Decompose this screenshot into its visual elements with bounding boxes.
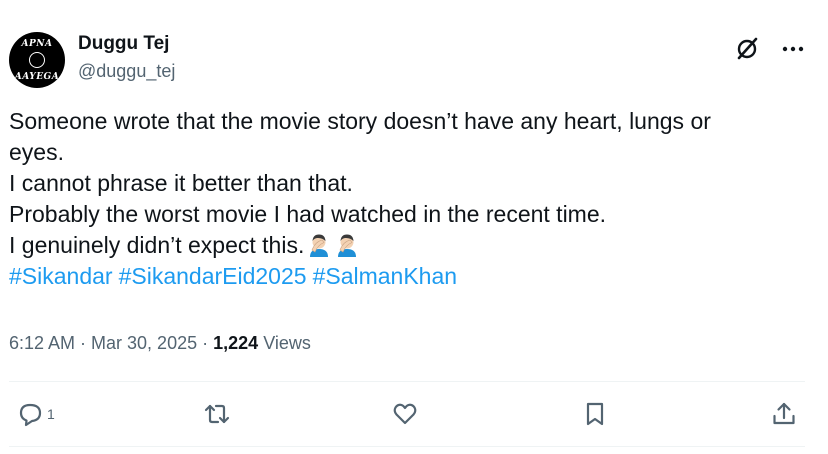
facepalm-emoji xyxy=(338,234,357,257)
avatar-text-bottom: AAYEGA xyxy=(14,72,60,82)
share-button[interactable] xyxy=(771,400,797,428)
bookmark-icon xyxy=(586,402,604,426)
bookmark-button[interactable] xyxy=(582,400,608,428)
reply-icon xyxy=(19,403,42,427)
hashtag-link[interactable]: #SalmanKhan xyxy=(313,263,458,289)
tweet-line: I genuinely didn’t expect this. xyxy=(9,232,305,258)
retweet-icon xyxy=(204,404,230,424)
timestamp[interactable]: 6:12 AM · Mar 30, 2025 · xyxy=(9,333,208,353)
reply-count: 1 xyxy=(47,406,55,422)
tweet-text: Someone wrote that the movie story doesn… xyxy=(9,106,809,292)
more-icon[interactable] xyxy=(780,38,806,60)
share-icon xyxy=(773,402,795,425)
tweet-line: I cannot phrase it better than that. xyxy=(9,170,353,196)
avatar-text-top: APNA xyxy=(21,39,53,49)
hashtag-link[interactable]: #Sikandar xyxy=(9,263,113,289)
grok-icon[interactable] xyxy=(734,36,760,62)
author-name[interactable]: Duggu Tej xyxy=(78,33,169,55)
like-button[interactable] xyxy=(392,400,418,428)
avatar[interactable]: APNA AAYEGA xyxy=(9,32,65,88)
tweet-line: Probably the worst movie I had watched i… xyxy=(9,201,607,227)
tweet-line: eyes. xyxy=(9,139,64,165)
facepalm-emoji xyxy=(310,234,329,257)
views-label: Views xyxy=(263,333,311,353)
reply-button[interactable]: 1 xyxy=(18,400,55,428)
tweet-line-with-emoji: I genuinely didn’t expect this. xyxy=(9,230,809,261)
author-handle[interactable]: @duggu_tej xyxy=(78,61,175,82)
views-count: 1,224 xyxy=(213,333,259,353)
divider xyxy=(9,446,805,447)
hashtag-link[interactable]: #SikandarEid2025 xyxy=(119,263,307,289)
divider xyxy=(9,381,805,382)
retweet-button[interactable] xyxy=(204,400,230,428)
facepalm-emoji-pair xyxy=(308,233,358,257)
tweet-line: Someone wrote that the movie story doesn… xyxy=(9,108,711,134)
tweet-meta: 6:12 AM · Mar 30, 2025 · 1,224 Views xyxy=(9,333,311,354)
avatar-emblem xyxy=(29,52,45,68)
hashtag-line: #Sikandar #SikandarEid2025 #SalmanKhan xyxy=(9,261,809,292)
like-icon xyxy=(393,403,417,425)
